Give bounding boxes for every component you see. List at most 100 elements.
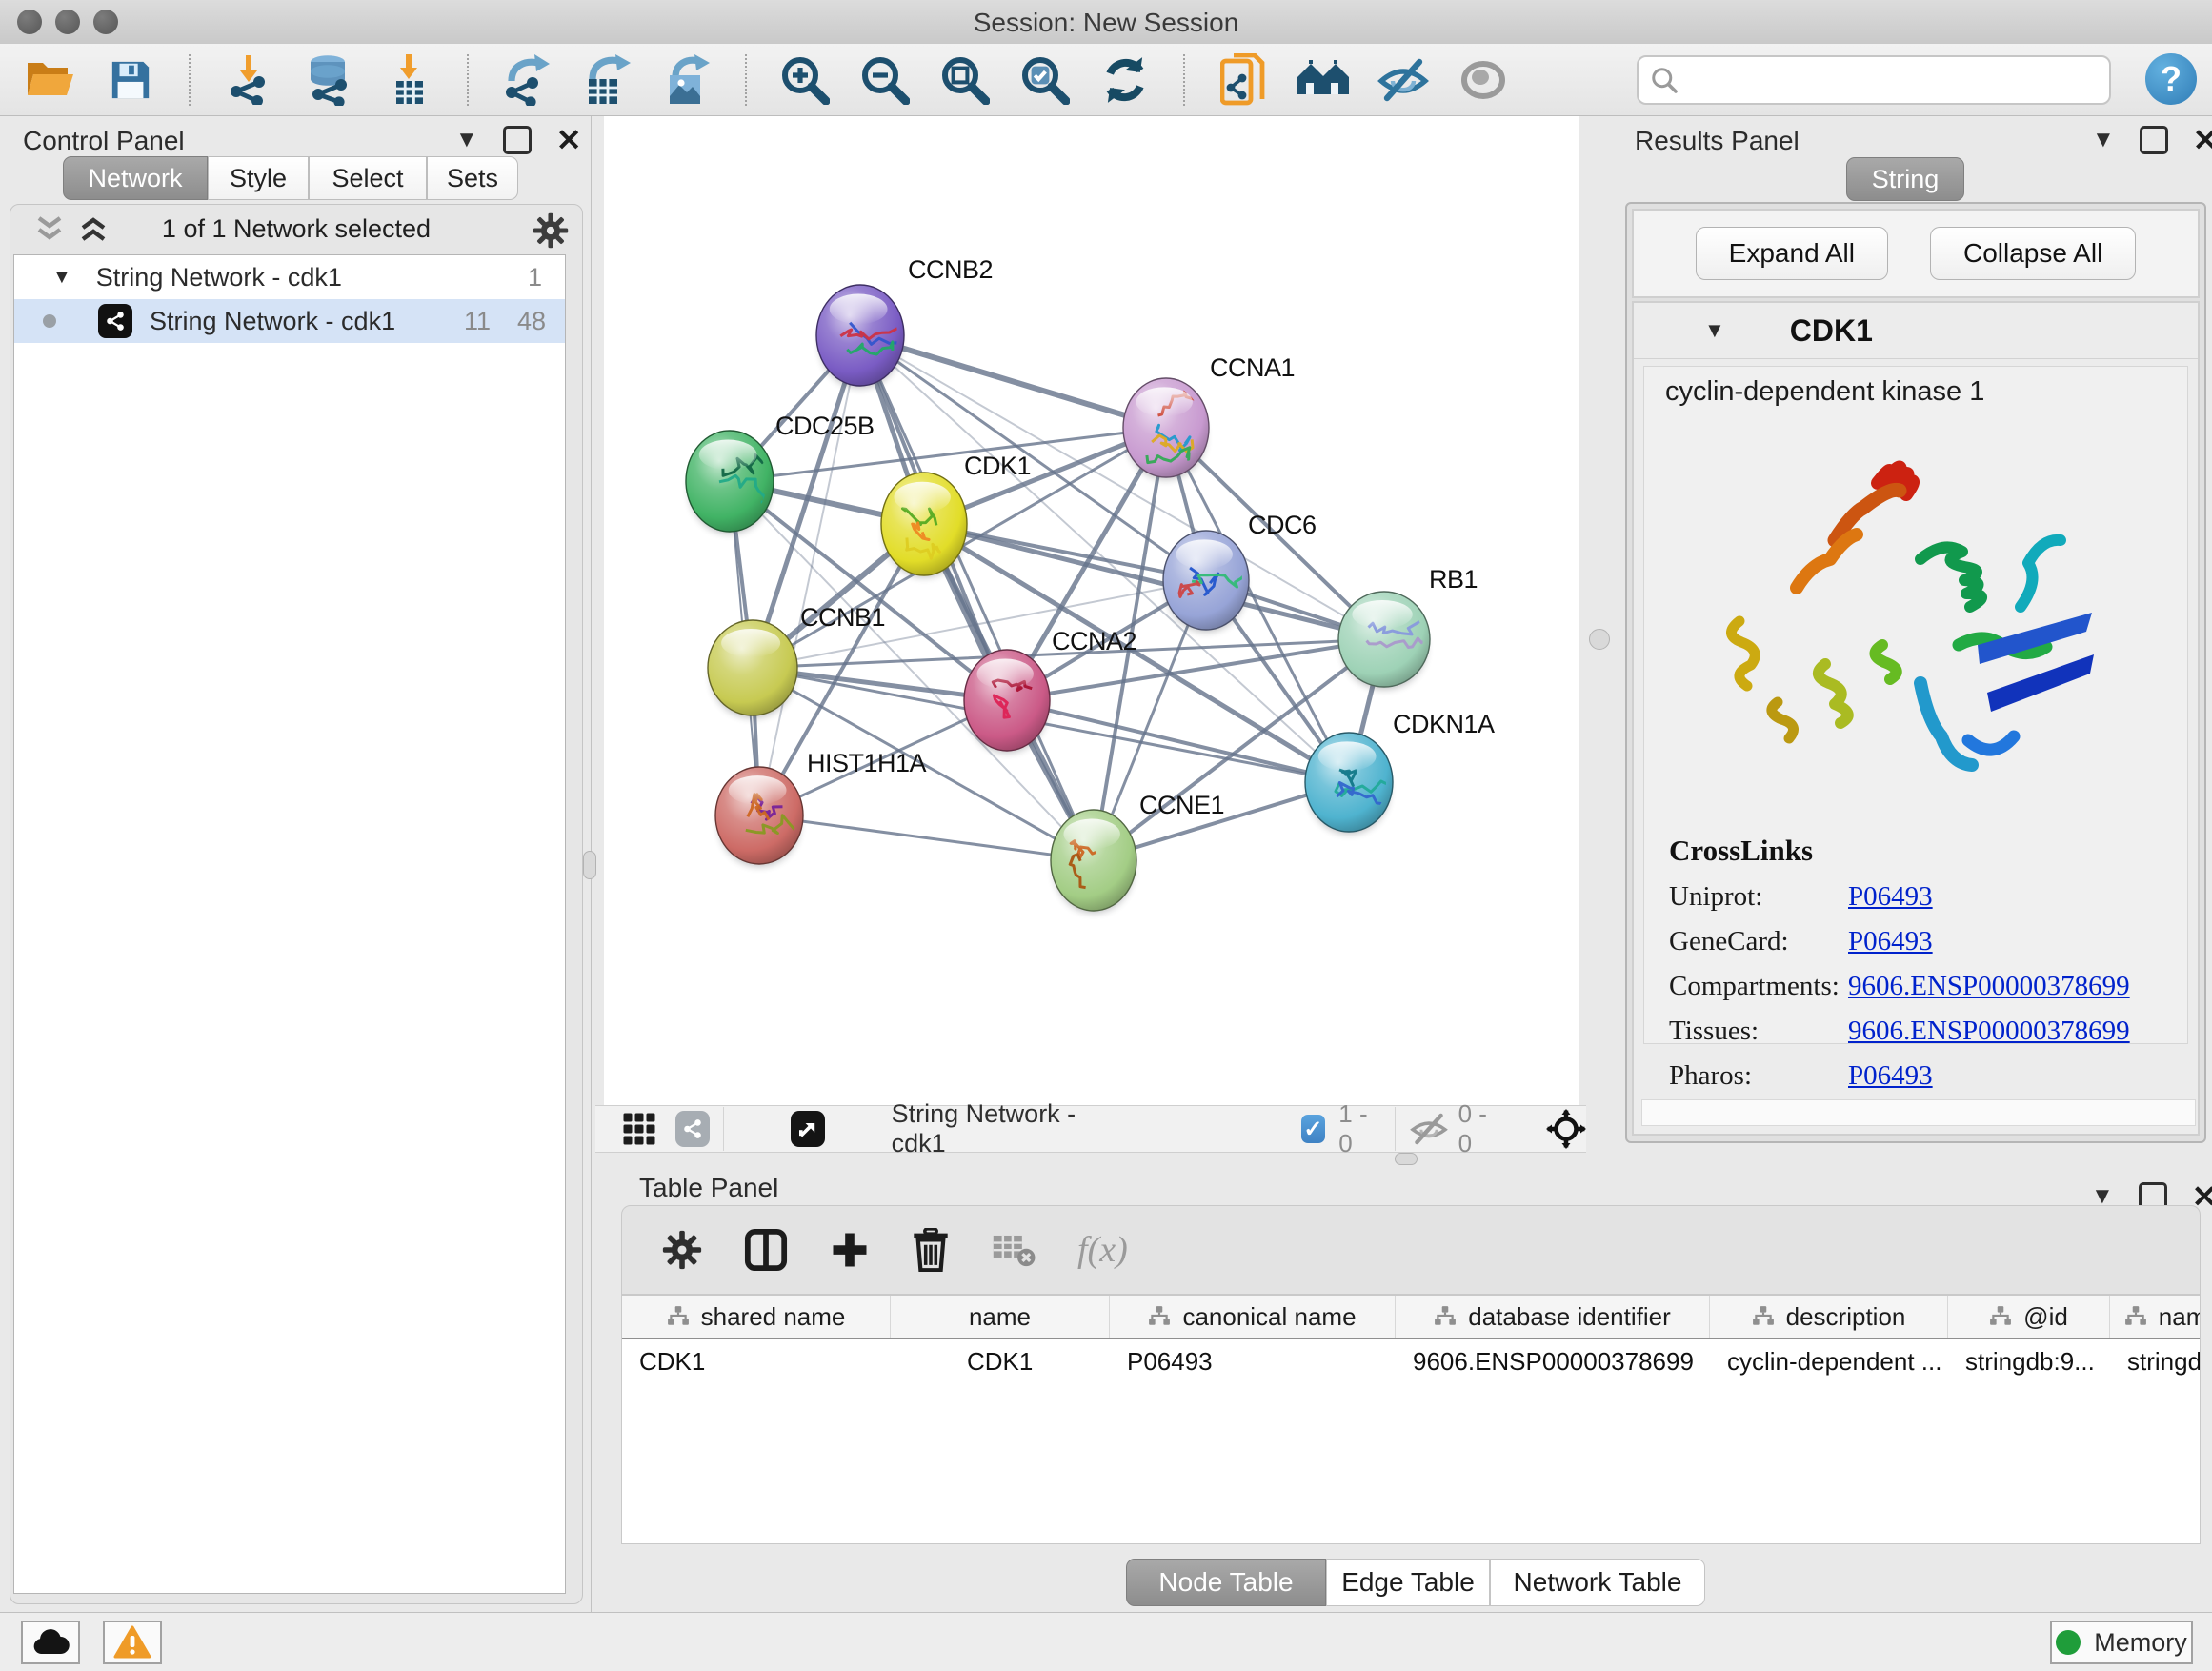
network-edge-HIST1H1A-CCNE1[interactable]	[759, 815, 1094, 860]
tab-node-table[interactable]: Node Table	[1126, 1559, 1326, 1606]
network-edge-CCNB2-HIST1H1A[interactable]	[759, 335, 860, 815]
show-columns-icon[interactable]	[744, 1228, 788, 1272]
collapse-all-button[interactable]: Collapse All	[1930, 227, 2136, 280]
grid-view-icon[interactable]	[622, 1112, 656, 1146]
function-builder-icon[interactable]: f(x)	[1077, 1229, 1128, 1271]
title-bar: Session: New Session	[0, 0, 2212, 45]
cloud-button[interactable]	[21, 1621, 80, 1664]
refresh-view-button[interactable]	[1099, 53, 1151, 107]
panel-menu-caret-icon[interactable]: ▼	[2092, 127, 2115, 153]
tab-sets[interactable]: Sets	[427, 156, 518, 200]
save-session-button[interactable]	[105, 53, 156, 107]
network-node-CCNB1[interactable]	[708, 620, 797, 718]
panel-float-icon[interactable]	[2140, 126, 2168, 154]
import-table-file-button[interactable]	[383, 53, 434, 107]
tab-network[interactable]: Network	[63, 156, 208, 200]
gene-header-row[interactable]: ▼ CDK1	[1634, 303, 2198, 359]
column-header-id[interactable]: @id	[1948, 1296, 2110, 1338]
genecard-link[interactable]: P06493	[1848, 926, 1933, 957]
eye-slash-icon	[1377, 58, 1429, 102]
node-label-CDK1: CDK1	[964, 452, 1031, 480]
search-field[interactable]	[1637, 55, 2111, 105]
network-node-CCNE1[interactable]	[1051, 810, 1136, 913]
open-session-button[interactable]	[25, 53, 76, 107]
hidden-eye-slash-icon[interactable]	[1409, 1113, 1449, 1145]
collapse-section-icon[interactable]: ▼	[1704, 318, 1725, 343]
column-header-shared-name[interactable]: shared name	[622, 1296, 891, 1338]
network-edge-CCNB2-CCNE1[interactable]	[860, 335, 1094, 860]
results-scroll-strip[interactable]	[1641, 1099, 2196, 1126]
network-node-CDKN1A[interactable]	[1305, 733, 1393, 834]
memory-button[interactable]: Memory	[2050, 1621, 2193, 1664]
add-column-plus-icon[interactable]	[830, 1230, 870, 1270]
right-splitter-handle[interactable]	[1589, 629, 1610, 650]
export-table-button[interactable]	[581, 53, 633, 107]
network-node-RB1[interactable]	[1338, 592, 1430, 690]
database-network-icon	[303, 54, 354, 106]
panel-menu-caret-icon[interactable]: ▼	[455, 127, 478, 153]
external-window-icon[interactable]	[791, 1111, 825, 1147]
network-node-CCNA2[interactable]	[964, 650, 1050, 753]
show-hide-graphics-details-button[interactable]	[1377, 53, 1429, 107]
horizontal-splitter-handle[interactable]	[1395, 1153, 1418, 1165]
search-input[interactable]	[1679, 65, 2082, 96]
warnings-button[interactable]	[103, 1621, 162, 1664]
export-image-button[interactable]	[661, 53, 713, 107]
panel-close-icon[interactable]: ✕	[2193, 129, 2212, 151]
network-collection-row[interactable]: ▼ String Network - cdk1 1	[14, 255, 565, 299]
tab-edge-table[interactable]: Edge Table	[1326, 1559, 1490, 1606]
center-view-crosshair-icon[interactable]	[1546, 1109, 1586, 1149]
open-folder-icon	[26, 59, 75, 101]
network-node-CCNB2[interactable]	[816, 285, 925, 388]
table-row[interactable]: CDK1 CDK1 P06493 9606.ENSP00000378699 cy…	[622, 1339, 2200, 1383]
import-network-database-button[interactable]	[303, 53, 354, 107]
network-row-selected[interactable]: String Network - cdk1 11 48	[14, 299, 565, 343]
network-node-CCNA1[interactable]	[1123, 378, 1209, 479]
left-splitter-handle[interactable]	[583, 851, 596, 879]
selected-checkbox-icon[interactable]: ✓	[1301, 1115, 1326, 1143]
network-node-CDC25B[interactable]	[686, 431, 774, 534]
expand-all-button[interactable]: Expand All	[1696, 227, 1888, 280]
column-header-namespace[interactable]: namespace	[2110, 1296, 2201, 1338]
zoom-out-button[interactable]	[859, 53, 911, 107]
zoom-selected-button[interactable]	[1019, 53, 1071, 107]
network-badge-icon[interactable]	[675, 1111, 710, 1147]
network-node-HIST1H1A[interactable]	[715, 767, 805, 866]
tab-select[interactable]: Select	[309, 156, 427, 200]
network-node-CDK1[interactable]	[881, 473, 967, 577]
column-header-description[interactable]: description	[1710, 1296, 1948, 1338]
panel-float-icon[interactable]	[503, 126, 532, 154]
column-header-name[interactable]: name	[891, 1296, 1110, 1338]
copy-style-button[interactable]	[1217, 53, 1269, 107]
import-network-file-button[interactable]	[223, 53, 274, 107]
delete-column-trash-icon[interactable]	[912, 1228, 950, 1272]
panel-close-icon[interactable]: ✕	[556, 129, 582, 151]
tab-network-table[interactable]: Network Table	[1490, 1559, 1705, 1606]
tab-style[interactable]: Style	[208, 156, 309, 200]
home-panels-button[interactable]	[1297, 53, 1349, 107]
network-node-CDC6[interactable]	[1163, 531, 1249, 632]
export-image-icon	[662, 54, 712, 106]
tissues-link[interactable]: 9606.ENSP00000378699	[1848, 1016, 2130, 1047]
panel-close-icon[interactable]: ✕	[2192, 1185, 2212, 1208]
export-network-button[interactable]	[501, 53, 553, 107]
gear-icon[interactable]	[533, 212, 569, 249]
crosslink-row: Uniprot: P06493	[1669, 881, 2130, 913]
pharos-link[interactable]: P06493	[1848, 1060, 1933, 1092]
uniprot-link[interactable]: P06493	[1848, 881, 1933, 913]
zoom-fit-button[interactable]	[939, 53, 991, 107]
tree-expand-icon[interactable]: ▼	[52, 267, 71, 289]
help-button[interactable]: ?	[2145, 53, 2197, 105]
delete-table-icon[interactable]	[992, 1232, 1036, 1268]
selected-counts: 1 - 0	[1338, 1099, 1380, 1158]
compartments-link[interactable]: 9606.ENSP00000378699	[1848, 971, 2130, 1002]
column-header-canonical-name[interactable]: canonical name	[1110, 1296, 1396, 1338]
tab-string[interactable]: String	[1846, 157, 1964, 201]
network-edge-CCNB2-CCNA1[interactable]	[860, 335, 1166, 428]
table-settings-gear-icon[interactable]	[662, 1230, 702, 1270]
birds-eye-view-button[interactable]	[1458, 53, 1509, 107]
zoom-in-button[interactable]	[779, 53, 831, 107]
warning-triangle-icon	[113, 1625, 151, 1660]
network-view-canvas[interactable]: CCNB2CCNA1CDC25BCDK1CDC6RB1CCNB1CCNA2CDK…	[604, 116, 1579, 1105]
column-header-database-identifier[interactable]: database identifier	[1396, 1296, 1710, 1338]
